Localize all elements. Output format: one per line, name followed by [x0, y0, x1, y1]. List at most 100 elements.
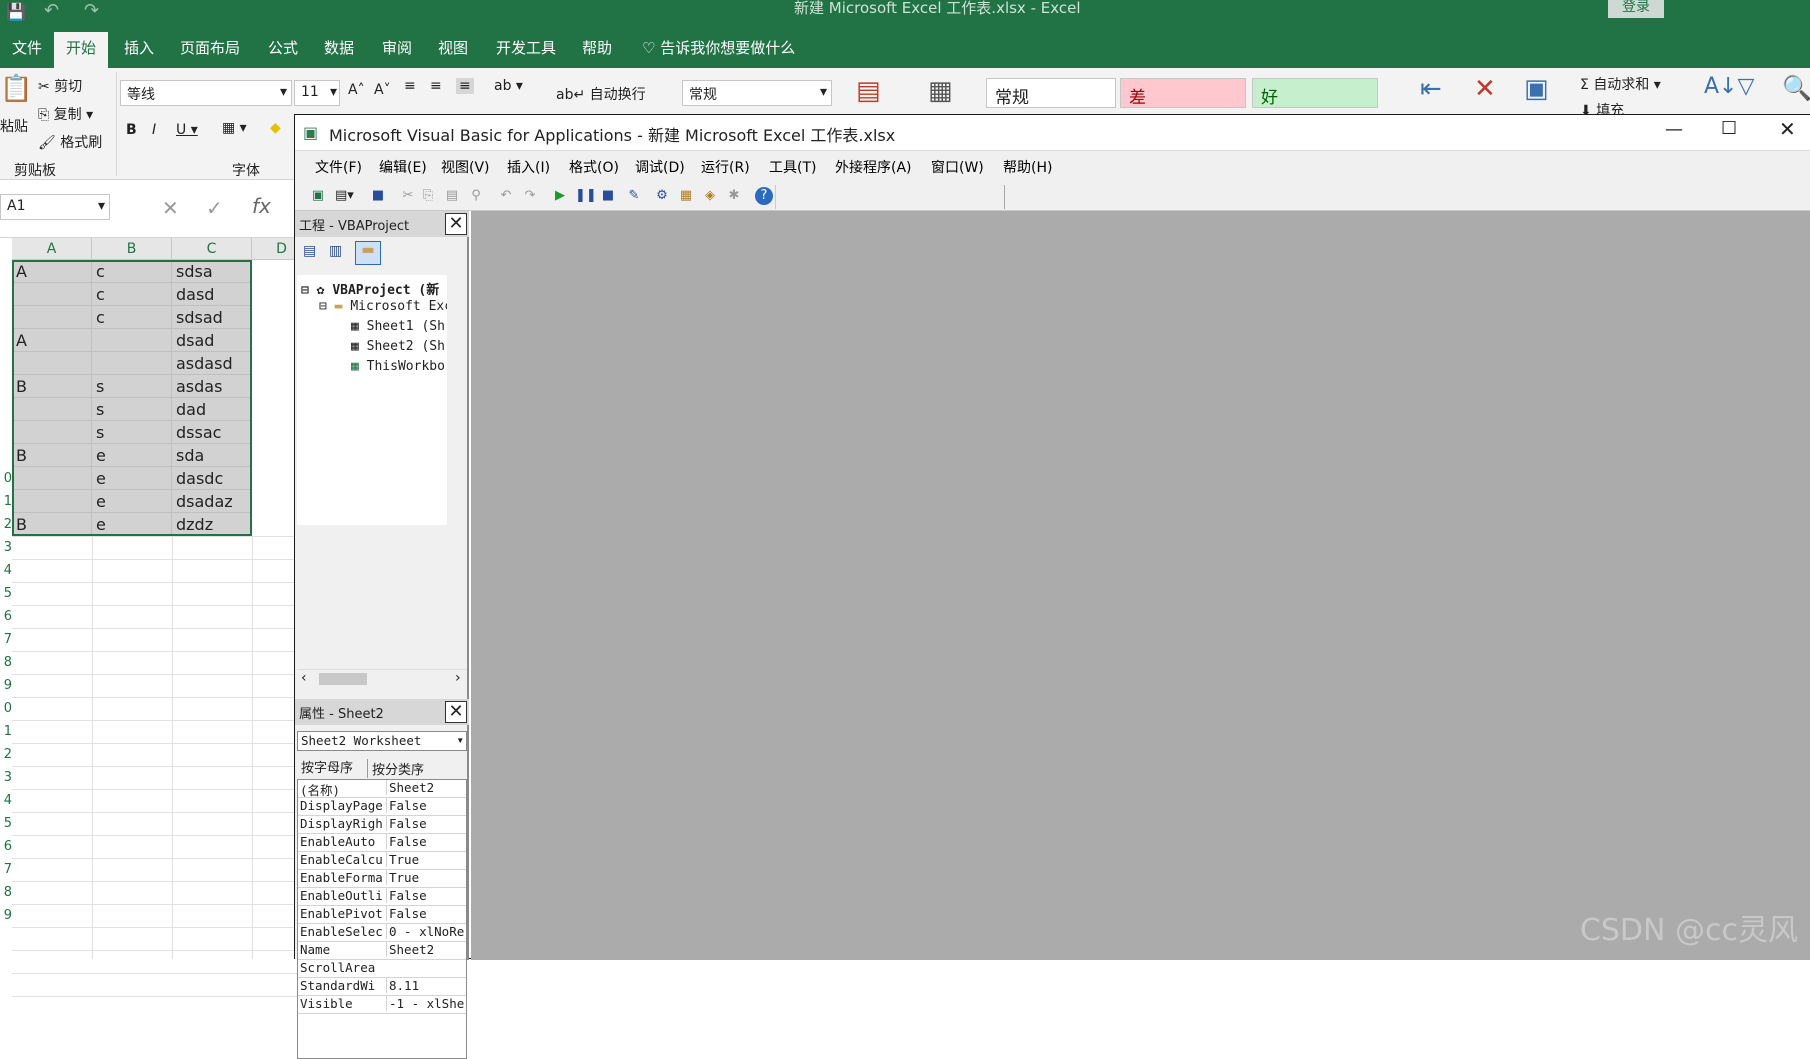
- font-name-select[interactable]: 等线▾: [120, 80, 292, 106]
- style-bad[interactable]: 差: [1120, 78, 1246, 108]
- code-area[interactable]: [471, 211, 1810, 960]
- borders-icon[interactable]: ▦ ▾: [222, 120, 247, 136]
- pause-icon[interactable]: ❚❚: [575, 187, 593, 205]
- property-row[interactable]: NameSheet2: [298, 942, 466, 960]
- redo-icon[interactable]: ↷: [521, 187, 539, 205]
- property-value[interactable]: -1 - xlShe: [386, 996, 464, 1011]
- design-mode-icon[interactable]: ✎: [625, 187, 643, 205]
- row-number[interactable]: 6: [0, 839, 12, 854]
- name-box[interactable]: A1▾: [0, 194, 110, 220]
- align-middle-icon[interactable]: ≡: [430, 78, 442, 94]
- property-value[interactable]: False: [386, 798, 464, 813]
- login-button[interactable]: 登录: [1608, 0, 1664, 18]
- menu-tools[interactable]: 工具(T): [769, 157, 816, 177]
- row-number[interactable]: 4: [0, 563, 12, 578]
- find-icon[interactable]: 🔍: [1782, 74, 1810, 102]
- row-number[interactable]: 2: [0, 517, 12, 532]
- property-value[interactable]: False: [386, 888, 464, 903]
- grow-font-icon[interactable]: A˄: [348, 82, 365, 98]
- tree-node-vbaproject[interactable]: ⊟ ✿ VBAProject (新: [301, 279, 439, 298]
- help-icon[interactable]: ?: [755, 187, 773, 205]
- function-icon[interactable]: fx: [252, 194, 271, 218]
- menu-edit[interactable]: 编辑(E): [379, 157, 427, 177]
- project-explorer-icon[interactable]: ⚙: [653, 187, 671, 205]
- find-icon[interactable]: ⚲: [467, 187, 485, 205]
- tell-me-box[interactable]: ♡ 告诉我你想要做什么: [630, 28, 807, 68]
- row-number[interactable]: 5: [0, 816, 12, 831]
- property-value[interactable]: 0 - xlNoRe: [386, 924, 464, 939]
- properties-icon[interactable]: ▦: [677, 187, 695, 205]
- delete-cells-icon[interactable]: ✕: [1474, 74, 1496, 104]
- paste-icon[interactable]: ▤: [443, 187, 461, 205]
- property-row[interactable]: EnableFormaTrue: [298, 870, 466, 888]
- property-row[interactable]: EnableAutoFalse: [298, 834, 466, 852]
- tab-categorized[interactable]: 按分类序: [367, 759, 424, 778]
- row-number[interactable]: 9: [0, 678, 12, 693]
- close-icon[interactable]: ✕: [1779, 117, 1796, 141]
- toggle-folders-icon[interactable]: ▬: [355, 241, 381, 265]
- format-painter-button[interactable]: 🖌 格式刷: [38, 132, 102, 152]
- tab-page-layout[interactable]: 页面布局: [168, 28, 252, 68]
- save-icon[interactable]: ■: [369, 187, 387, 205]
- view-object-icon[interactable]: ▥: [329, 243, 342, 259]
- row-number[interactable]: 3: [0, 540, 12, 555]
- italic-button[interactable]: I: [152, 122, 156, 138]
- tab-view[interactable]: 视图: [426, 28, 480, 68]
- properties-grid[interactable]: (名称)Sheet2DisplayPageFalseDisplayRighFal…: [297, 779, 467, 1059]
- sort-filter-icon[interactable]: A↓▽: [1704, 74, 1754, 99]
- menu-debug[interactable]: 调试(D): [635, 157, 685, 177]
- property-value[interactable]: True: [386, 870, 464, 885]
- scroll-right-icon[interactable]: ›: [455, 670, 461, 686]
- row-number[interactable]: 3: [0, 770, 12, 785]
- property-row[interactable]: EnablePivotFalse: [298, 906, 466, 924]
- menu-view[interactable]: 视图(V): [441, 157, 490, 177]
- menu-file[interactable]: 文件(F): [315, 157, 362, 177]
- menu-format[interactable]: 格式(O): [569, 157, 619, 177]
- row-number[interactable]: 8: [0, 885, 12, 900]
- property-value[interactable]: 8.11: [386, 978, 464, 993]
- row-number[interactable]: 5: [0, 586, 12, 601]
- format-cells-icon[interactable]: ▣: [1524, 74, 1549, 104]
- project-tree[interactable]: ⊟ ✿ VBAProject (新 ⊟ ▬ Microsoft Exc ▦ Sh…: [297, 275, 447, 525]
- paste-icon[interactable]: 📋: [0, 74, 32, 104]
- row-number[interactable]: 0: [0, 701, 12, 716]
- row-number[interactable]: 1: [0, 494, 12, 509]
- number-format-select[interactable]: 常规▾: [682, 80, 832, 106]
- close-project-panel-icon[interactable]: ✕: [445, 213, 467, 235]
- row-number[interactable]: 1: [0, 724, 12, 739]
- undo-icon[interactable]: ↶: [497, 187, 515, 205]
- menu-addins[interactable]: 外接程序(A): [835, 157, 912, 177]
- scroll-left-icon[interactable]: ‹: [301, 670, 307, 686]
- property-value[interactable]: False: [386, 816, 464, 831]
- wrap-text-button[interactable]: ab↵ 自动换行: [556, 84, 646, 104]
- property-value[interactable]: False: [386, 834, 464, 849]
- enter-icon[interactable]: ✓: [206, 196, 223, 220]
- tree-node-sheet2[interactable]: ▦ Sheet2 (Sh: [351, 339, 445, 354]
- align-top-icon[interactable]: ≡: [404, 78, 416, 94]
- tree-horizontal-scrollbar[interactable]: ‹ ›: [297, 669, 467, 687]
- row-number[interactable]: 4: [0, 793, 12, 808]
- conditional-format-icon[interactable]: ▤: [856, 76, 881, 106]
- row-number[interactable]: 9: [0, 908, 12, 923]
- save-icon[interactable]: 💾: [6, 2, 26, 21]
- maximize-icon[interactable]: ☐: [1721, 118, 1737, 139]
- row-number[interactable]: 8: [0, 655, 12, 670]
- tree-node-thisworkbook[interactable]: ▦ ThisWorkbo: [351, 359, 445, 374]
- copy-button[interactable]: ⎘ 复制 ▾: [38, 104, 93, 124]
- object-select[interactable]: Sheet2 Worksheet ▾: [297, 731, 467, 751]
- undo-icon[interactable]: ↶: [44, 0, 59, 21]
- tab-help[interactable]: 帮助: [570, 28, 624, 68]
- property-row[interactable]: EnableOutliFalse: [298, 888, 466, 906]
- row-number[interactable]: 0: [0, 471, 12, 486]
- shrink-font-icon[interactable]: A˅: [374, 82, 391, 98]
- row-number[interactable]: 7: [0, 632, 12, 647]
- property-value[interactable]: Sheet2: [386, 942, 464, 957]
- row-number[interactable]: 2: [0, 747, 12, 762]
- menu-help[interactable]: 帮助(H): [1003, 157, 1052, 177]
- tab-formulas[interactable]: 公式: [256, 28, 310, 68]
- property-row[interactable]: DisplayPageFalse: [298, 798, 466, 816]
- insert-module-icon[interactable]: ▤▾: [335, 187, 353, 205]
- format-table-icon[interactable]: ▦: [928, 76, 953, 106]
- run-icon[interactable]: ▶: [551, 187, 569, 205]
- style-normal[interactable]: 常规: [986, 78, 1116, 108]
